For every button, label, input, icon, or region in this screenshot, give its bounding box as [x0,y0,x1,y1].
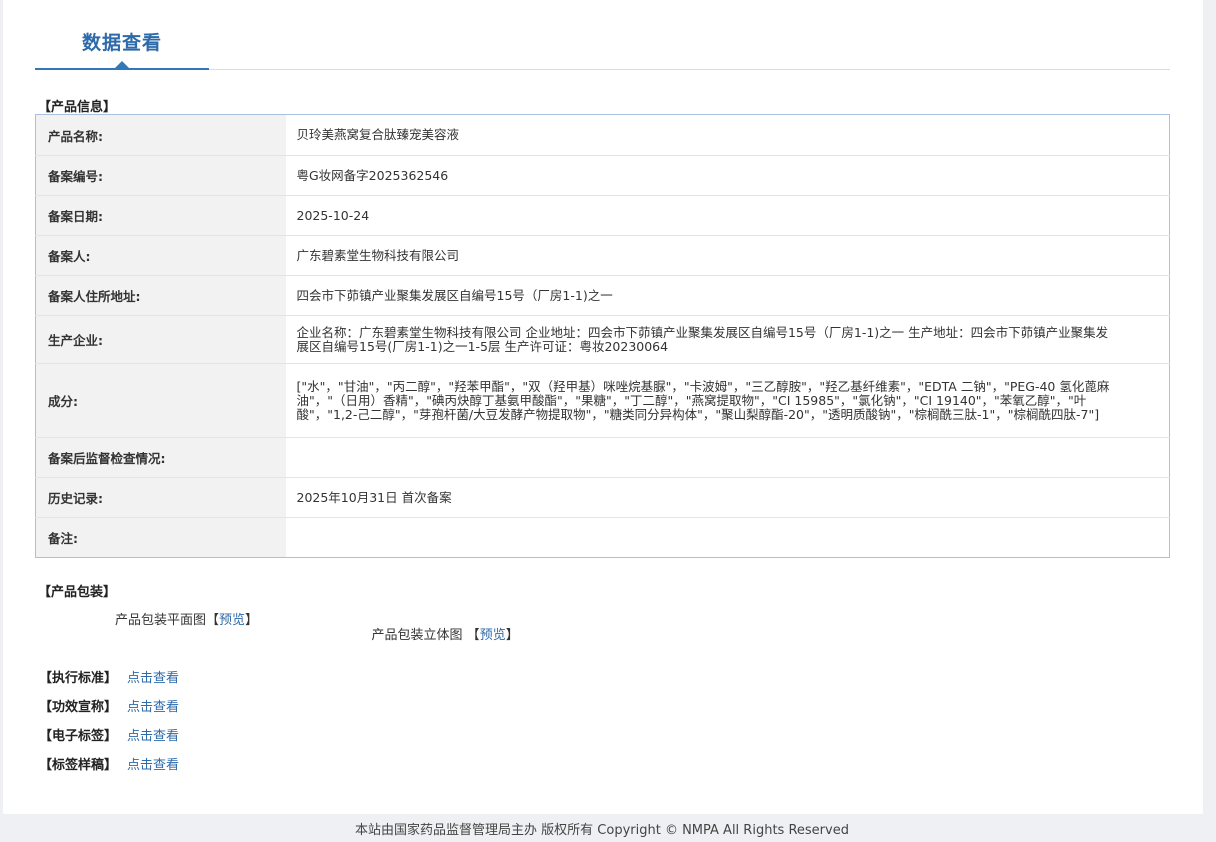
standard-label: 【执行标准】 [39,671,118,686]
row-remarks: 备注: [35,517,1170,558]
row-product-name: 产品名称: 贝玲美燕窝复合肽臻宠美容液 [35,114,1170,156]
row-ingredients: 成分: ["水"，"甘油"，"丙二醇"，"羟苯甲酯"，"双（羟甲基）咪唑烷基脲"… [35,363,1170,438]
value-remarks [286,518,1170,558]
row-history: 历史记录: 2025年10月31日 首次备案 [35,477,1170,518]
packaging-flat-label: 产品包装平面图 [115,613,207,628]
link-row-efficacy: 【功效宣称】 点击查看 [39,696,179,725]
product-info-title: 【产品信息】 [38,100,117,115]
value-ingredients: ["水"，"甘油"，"丙二醇"，"羟苯甲酯"，"双（羟甲基）咪唑烷基脲"，"卡波… [285,363,1170,438]
value-history: 2025年10月31日 首次备案 [285,477,1170,518]
packaging-flat-preview-link[interactable]: 预览 [219,613,245,628]
label-supervision: 备案后监督检查情况: [35,437,286,478]
value-filer-address: 四会市下茆镇产业聚集发展区自编号15号（厂房1-1)之一 [285,275,1170,316]
link-row-label-sample: 【标签样稿】 点击查看 [39,754,179,783]
label-sample-view-link[interactable]: 点击查看 [127,758,179,773]
tab-data-view[interactable]: 数据查看 [35,0,209,70]
row-filing-number: 备案编号: 粤G妆网备字2025362546 [35,155,1170,196]
value-filer: 广东碧素堂生物科技有限公司 [285,235,1170,276]
value-filing-number: 粤G妆网备字2025362546 [285,155,1170,196]
e-label-view-link[interactable]: 点击查看 [127,729,179,744]
tab-title: 数据查看 [81,32,162,54]
row-supervision: 备案后监督检查情况: [35,437,1170,478]
e-label-label: 【电子标签】 [39,729,118,744]
packaging-solid: 产品包装立体图 【预览】 [371,628,519,643]
efficacy-label: 【功效宣称】 [39,700,118,715]
label-filer: 备案人: [35,235,286,276]
packaging-flat: 产品包装平面图【预览】 [115,613,259,628]
label-filer-address: 备案人住所地址: [35,275,286,316]
row-filer-address: 备案人住所地址: 四会市下茆镇产业聚集发展区自编号15号（厂房1-1)之一 [35,275,1170,316]
packaging-solid-label: 产品包装立体图 [371,628,467,643]
efficacy-view-link[interactable]: 点击查看 [127,700,179,715]
standard-view-link[interactable]: 点击查看 [127,671,179,686]
packaging-solid-preview-link[interactable]: 预览 [480,628,506,643]
tab-bar: 数据查看 [35,0,1170,70]
footer: 本站由国家药品监督管理局主办 版权所有 Copyright © NMPA All… [355,823,849,838]
link-row-standard: 【执行标准】 点击查看 [39,667,179,696]
value-product-name: 贝玲美燕窝复合肽臻宠美容液 [285,114,1170,156]
label-remarks: 备注: [35,517,286,558]
value-manufacturer: 企业名称：广东碧素堂生物科技有限公司 企业地址：四会市下茆镇产业聚集发展区自编号… [285,315,1170,364]
label-history: 历史记录: [35,477,286,518]
value-supervision [285,437,1170,478]
caret-up-icon [115,61,129,68]
document-links: 【执行标准】 点击查看 【功效宣称】 点击查看 【电子标签】 点击查看 【标签样稿】点… [39,667,179,783]
label-filing-number: 备案编号: [35,155,286,196]
label-product-name: 产品名称: [35,114,286,156]
label-ingredients: 成分: [35,363,286,438]
packaging-title: 【产品包装】 [38,585,117,600]
row-manufacturer: 生产企业: 企业名称：广东碧素堂生物科技有限公司 企业地址：四会市下茆镇产业聚集… [35,315,1170,364]
row-filing-date: 备案日期: 2025-10-24 [35,195,1170,236]
row-filer: 备案人: 广东碧素堂生物科技有限公司 [35,235,1170,276]
main-panel: 数据查看 【产品信息】 产品名称: 贝玲美燕窝复合肽臻宠美容液 备案编号: 粤G… [3,0,1203,814]
link-row-e-label: 【电子标签】 点击查看 [39,725,179,754]
product-info-table: 产品名称: 贝玲美燕窝复合肽臻宠美容液 备案编号: 粤G妆网备字20253625… [35,114,1170,558]
label-manufacturer: 生产企业: [35,315,286,364]
label-sample-label: 【标签样稿】 [39,758,118,773]
label-filing-date: 备案日期: [35,195,286,236]
value-filing-date: 2025-10-24 [285,195,1170,236]
